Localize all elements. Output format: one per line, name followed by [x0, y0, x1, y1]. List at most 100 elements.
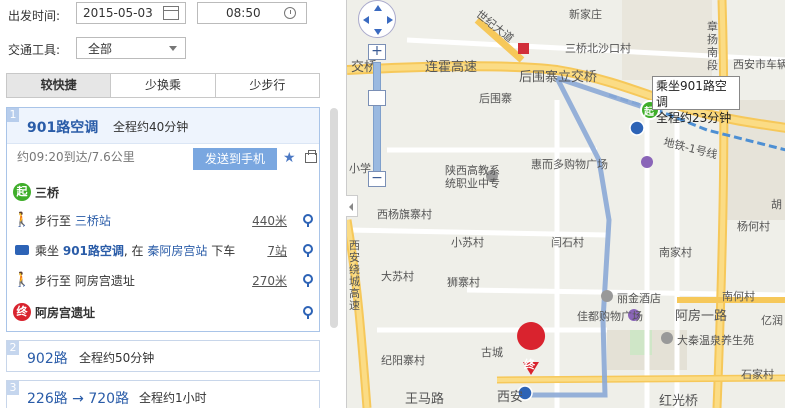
map-pin-icon[interactable] — [303, 305, 313, 319]
route-card-3[interactable]: 3 226路 → 720路 全程约1小时 — [6, 380, 320, 408]
ride-mid: , 在 — [123, 243, 144, 258]
walk-distance[interactable]: 270米 — [252, 272, 287, 289]
route-index: 1 — [7, 108, 19, 122]
step-text: 步行至 阿房宫遗址 — [35, 273, 135, 288]
start-icon: 起 — [13, 183, 31, 201]
transport-select[interactable]: 全部 — [76, 37, 186, 59]
map-label: 亿润 — [761, 314, 783, 327]
walk-prefix: 步行至 — [35, 213, 72, 228]
time-input[interactable]: 08:50 — [197, 2, 307, 24]
map-label: 西安市车辆 — [733, 58, 785, 71]
compass-arrows-icon — [363, 5, 393, 35]
date-input[interactable]: 2015-05-03 — [76, 2, 186, 24]
map-label: 纪阳寨村 — [381, 354, 425, 367]
map-label: 狮寨村 — [447, 276, 480, 289]
map-label: 南家村 — [659, 246, 692, 259]
map-label: 惠而多购物广场 — [531, 158, 608, 171]
map-label: 陕西高教系统职业中专 — [445, 164, 500, 190]
map-label: 西安绕城高速 — [349, 239, 360, 312]
start-place: 三桥 — [35, 185, 60, 200]
zoom-in-button[interactable]: + — [368, 44, 386, 60]
zoom-slider[interactable] — [373, 62, 381, 182]
collapse-panel-button[interactable] — [346, 195, 358, 217]
route-card-header[interactable]: 1 901路空调 全程约40分钟 — [7, 108, 319, 144]
stop-count[interactable]: 7站 — [267, 242, 287, 259]
route-tooltip: 乘坐901路空调 全程约23分钟 — [652, 76, 740, 125]
route-index: 2 — [7, 341, 19, 355]
transport-label: 交通工具: — [8, 43, 61, 57]
map-label: 闫石村 — [551, 236, 584, 249]
map-label: 小苏村 — [451, 236, 484, 249]
map-label: 大秦温泉养生苑 — [677, 334, 754, 347]
tab-fewer-transfers[interactable]: 少换乘 — [111, 74, 216, 97]
tooltip-line-2: 全程约23分钟 — [656, 111, 732, 125]
chevron-down-icon — [169, 46, 177, 51]
map-label: 后围寨立交桥 — [519, 70, 598, 85]
depart-row: 出发时间: — [8, 4, 60, 26]
clock-icon[interactable] — [284, 7, 296, 19]
time-value: 08:50 — [226, 6, 261, 20]
map-label: 大苏村 — [381, 270, 414, 283]
route-duration: 全程约1小时 — [139, 391, 207, 405]
send-to-phone-button[interactable]: 发送到手机 — [193, 148, 277, 170]
route-card-2[interactable]: 2 902路 全程约50分钟 — [6, 340, 320, 372]
map-pin-icon[interactable] — [303, 273, 313, 287]
map-label: 新家庄 — [569, 8, 602, 21]
map-label: 古城 — [481, 346, 503, 359]
step-end: 终 阿房宫遗址 — [7, 300, 321, 324]
zoom-out-button[interactable]: − — [368, 171, 386, 187]
map-pin-icon[interactable] — [303, 213, 313, 227]
tab-fastest[interactable]: 较快捷 — [7, 74, 112, 97]
end-place: 阿房宫遗址 — [35, 305, 96, 320]
ride-prefix: 乘坐 — [35, 243, 60, 258]
calendar-icon[interactable] — [163, 6, 179, 20]
walk-place-link[interactable]: 三桥站 — [75, 214, 111, 228]
walk-distance[interactable]: 440米 — [252, 212, 287, 229]
map-label: 王马路 — [405, 392, 445, 407]
step-walk-2: 🚶 步行至 阿房宫遗址 270米 — [7, 268, 321, 292]
map-label: 后围寨 — [479, 92, 512, 105]
transport-value: 全部 — [88, 41, 113, 56]
map-label: 南何村 — [722, 290, 755, 303]
map-label: 章扬南段 — [707, 20, 718, 72]
map-label: 杨何村 — [737, 220, 770, 233]
zoom-handle[interactable] — [368, 90, 386, 106]
tab-less-walking[interactable]: 少步行 — [216, 74, 319, 97]
route-index: 3 — [7, 381, 19, 395]
map-label: 三桥北沙口村 — [565, 42, 631, 55]
route-card-1[interactable]: 1 901路空调 全程约40分钟 约09:20到达/7.6公里 发送到手机 ★ … — [6, 107, 320, 332]
route-title[interactable]: 226路 → 720路 — [27, 388, 129, 408]
bus-icon — [13, 241, 31, 259]
route-duration: 全程约50分钟 — [79, 351, 155, 365]
bus-stop-link[interactable]: 秦阿房宫站 — [147, 244, 207, 258]
map-label: 阿房一路 — [675, 309, 728, 324]
end-marker[interactable]: 终 — [524, 356, 535, 372]
map-pin-icon[interactable] — [303, 243, 313, 257]
end-icon: 终 — [13, 303, 31, 321]
tooltip-line-1: 乘坐901路空调 — [656, 79, 727, 109]
map-label: 西安 — [497, 390, 524, 405]
star-icon[interactable]: ★ — [283, 150, 296, 166]
step-text: 步行至 三桥站 — [35, 212, 111, 229]
walk-icon: 🚶 — [13, 272, 31, 288]
step-bus: 乘坐 901路空调, 在 秦阿房宫站 下车 7站 — [7, 238, 321, 262]
map-label: 西杨旗寨村 — [377, 208, 432, 221]
date-value: 2015-05-03 — [83, 6, 153, 20]
step-walk-1: 🚶 步行至 三桥站 440米 — [7, 208, 321, 232]
route-panel: 出发时间: 2015-05-03 08:50 交通工具: 全部 较快捷 少换乘 … — [0, 0, 346, 408]
walk-icon: 🚶 — [13, 212, 31, 228]
map-label: 胡 — [771, 198, 782, 211]
pan-compass[interactable] — [358, 0, 396, 38]
scrollbar[interactable] — [330, 108, 338, 328]
route-title[interactable]: 901路空调 — [27, 117, 98, 137]
map-label: 佳都购物广场 — [577, 310, 643, 323]
map-view[interactable]: 新家庄 三桥北沙口村 章扬南段 西安市车辆 世纪大道 交桥 连霍高速 后围寨立交… — [346, 0, 785, 408]
bus-line-link[interactable]: 901路空调 — [63, 244, 124, 258]
route-title[interactable]: 902路 — [27, 348, 68, 368]
map-label: 连霍高速 — [425, 60, 478, 75]
route-tabs: 较快捷 少换乘 少步行 — [6, 73, 320, 98]
map-label: 丽金酒店 — [617, 292, 661, 305]
print-icon[interactable] — [305, 150, 317, 163]
map-label: 石家村 — [741, 368, 774, 381]
route-duration: 全程约40分钟 — [113, 120, 189, 134]
